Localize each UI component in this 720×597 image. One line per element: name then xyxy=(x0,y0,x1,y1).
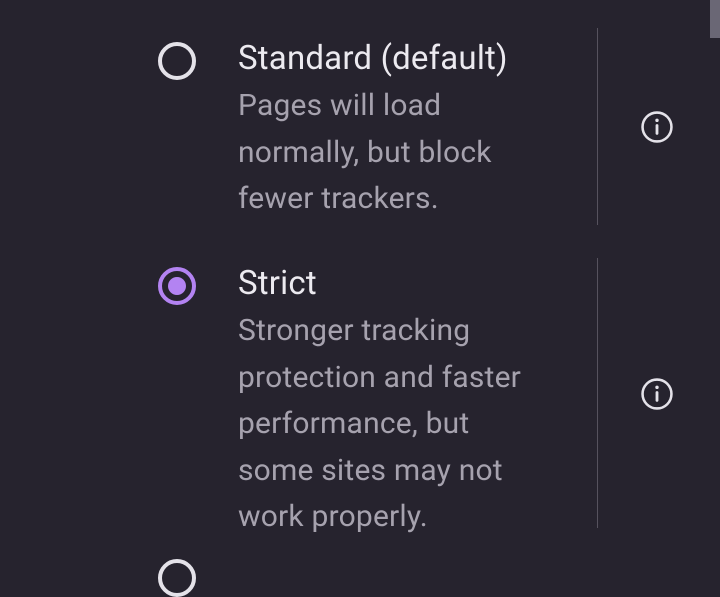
info-icon xyxy=(640,377,674,411)
option-strict[interactable]: Strict Stronger tracking protection and … xyxy=(158,263,720,581)
option-title: Standard (default) xyxy=(238,38,550,79)
option-text: Standard (default) Pages will load norma… xyxy=(238,38,558,223)
tracking-protection-options: Standard (default) Pages will load norma… xyxy=(0,0,720,581)
option-description: Pages will load normally, but block fewe… xyxy=(238,83,550,223)
divider xyxy=(597,28,598,225)
scrollbar-thumb[interactable] xyxy=(710,0,720,38)
info-icon xyxy=(640,110,674,144)
info-button-standard[interactable] xyxy=(640,110,674,144)
option-title: Strict xyxy=(238,263,550,304)
option-text: Strict Stronger tracking protection and … xyxy=(238,263,558,541)
radio-selected-icon[interactable] xyxy=(158,267,196,305)
info-button-strict[interactable] xyxy=(640,377,674,411)
radio-unselected-icon[interactable] xyxy=(158,42,196,80)
divider xyxy=(597,258,598,528)
radio-unselected-icon[interactable] xyxy=(158,559,196,597)
option-standard[interactable]: Standard (default) Pages will load norma… xyxy=(158,38,720,263)
option-description: Stronger tracking protection and faster … xyxy=(238,308,550,541)
